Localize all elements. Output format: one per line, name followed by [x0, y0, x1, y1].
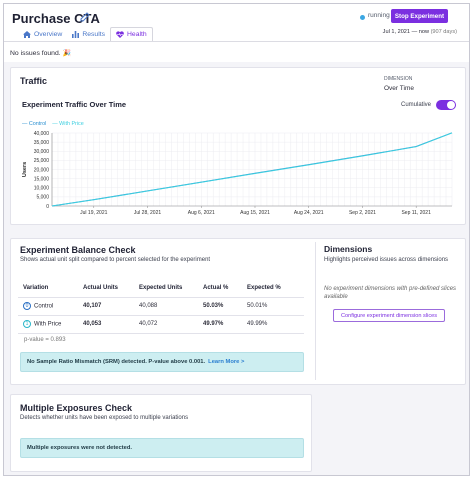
app-window: Purchase CTA running Stop Experiment Jul… [3, 3, 470, 476]
column-header: Actual % [198, 279, 242, 298]
x-tick-label: Aug 24, 2021 [294, 210, 324, 216]
y-tick-label: 20,000 [34, 167, 50, 173]
expected-units-cell: 40,088 [134, 297, 198, 316]
traffic-chart: 0 5,000 10,000 15,000 20,000 25,000 30,000 35,0… [22, 131, 453, 216]
exposures-subtitle: Detects whether units have been exposed … [20, 415, 189, 421]
tab-results-label: Results [82, 31, 105, 38]
cumulative-label: Cumulative [401, 102, 432, 108]
panel-divider [315, 242, 316, 380]
chart-bars-icon [72, 31, 80, 38]
table-row: 0 Control 40,107 40,088 50.03% 50.01% [18, 297, 304, 316]
dimensions-empty-message: No experiment dimensions with pre-define… [324, 286, 457, 300]
y-tick-label: 10,000 [34, 186, 50, 192]
exposures-alert: Multiple exposures were not detected. [20, 438, 304, 458]
learn-more-link[interactable]: Learn More > [208, 359, 244, 365]
toggle-knob [447, 101, 455, 109]
balance-table: Variation Actual Units Expected Units Ac… [18, 279, 304, 334]
exposures-message: Multiple exposures were not detected. [27, 445, 133, 451]
edit-icon[interactable] [80, 12, 90, 22]
expected-pct-cell: 50.01% [242, 297, 304, 316]
dimensions-title: Dimensions [324, 244, 373, 254]
dimension-value[interactable]: Over Time [384, 85, 414, 92]
actual-units-cell: 40,053 [78, 315, 134, 334]
column-header: Expected % [242, 279, 304, 298]
x-tick-label: Sep 11, 2021 [401, 210, 431, 216]
expected-pct-cell: 49.99% [242, 315, 304, 334]
tab-health[interactable]: Health [110, 27, 153, 42]
no-issues-message: No issues found. 🎉 [10, 50, 71, 57]
table-header-row: Variation Actual Units Expected Units Ac… [18, 279, 304, 298]
tab-overview[interactable]: Overview [18, 27, 67, 42]
y-tick-label: 30,000 [34, 149, 50, 155]
srm-alert: No Sample Ratio Mismatch (SRM) detected.… [20, 352, 304, 372]
status-dot-icon [360, 15, 365, 20]
date-range-text: Jul 1, 2021 — now [382, 29, 429, 35]
configure-dimensions-button[interactable]: Configure experiment dimension slices [333, 309, 445, 322]
expected-units-cell: 40,072 [134, 315, 198, 334]
variation-name: Control [34, 303, 54, 310]
variation-name: With Price [34, 321, 62, 328]
y-tick-label: 5,000 [36, 195, 49, 201]
experiment-header: Purchase CTA running Stop Experiment Jul… [4, 4, 469, 62]
tab-overview-label: Overview [34, 31, 63, 38]
exposures-title: Multiple Exposures Check [20, 403, 133, 413]
y-tick-label: 40,000 [34, 131, 50, 137]
x-tick-label: Jul 28, 2021 [134, 210, 161, 216]
date-range-days: (907 days) [430, 29, 457, 35]
x-tick-label: Jul 19, 2021 [80, 210, 107, 216]
x-tick-label: Sep 2, 2021 [349, 210, 376, 216]
y-tick-label: 25,000 [34, 158, 50, 164]
heartbeat-icon [116, 31, 124, 38]
stop-experiment-button[interactable]: Stop Experiment [391, 9, 448, 23]
y-tick-label: 0 [46, 204, 49, 210]
column-header: Variation [18, 279, 78, 298]
variation-badge: 0 [23, 302, 31, 310]
x-tick-label: Aug 6, 2021 [188, 210, 215, 216]
tab-bar: Overview Results Health [18, 27, 153, 42]
tab-results[interactable]: Results [67, 27, 110, 42]
y-tick-label: 15,000 [34, 176, 50, 182]
y-axis-label: Users [22, 162, 28, 177]
srm-message: No Sample Ratio Mismatch (SRM) detected.… [27, 359, 206, 365]
tab-health-label: Health [127, 31, 147, 38]
dimension-label: DIMENSION [384, 76, 413, 82]
p-value: p-value = 0.893 [24, 337, 66, 343]
y-tick-label: 35,000 [34, 140, 50, 146]
date-range: Jul 1, 2021 — now (907 days) [383, 29, 457, 35]
home-icon [23, 31, 31, 38]
status-badge: running [368, 12, 390, 19]
x-tick-label: Aug 15, 2021 [240, 210, 270, 216]
variation-cell: 1 With Price [18, 315, 78, 334]
dimensions-subtitle: Highlights perceived issues across dimen… [324, 257, 449, 263]
actual-units-cell: 40,107 [78, 297, 134, 316]
traffic-title: Traffic [20, 76, 48, 86]
actual-pct-cell: 50.03% [198, 297, 242, 316]
tab-divider [4, 41, 469, 42]
balance-subtitle: Shows actual unit split compared to perc… [20, 257, 211, 263]
cumulative-toggle[interactable] [436, 100, 456, 110]
variation-badge: 1 [23, 320, 31, 328]
balance-title: Experiment Balance Check [20, 245, 136, 255]
actual-pct-cell: 49.97% [198, 315, 242, 334]
column-header: Expected Units [134, 279, 198, 298]
column-header: Actual Units [78, 279, 134, 298]
table-row: 1 With Price 40,053 40,072 49.97% 49.99% [18, 315, 304, 334]
variation-cell: 0 Control [18, 297, 78, 316]
chart-title: Experiment Traffic Over Time [22, 100, 127, 109]
